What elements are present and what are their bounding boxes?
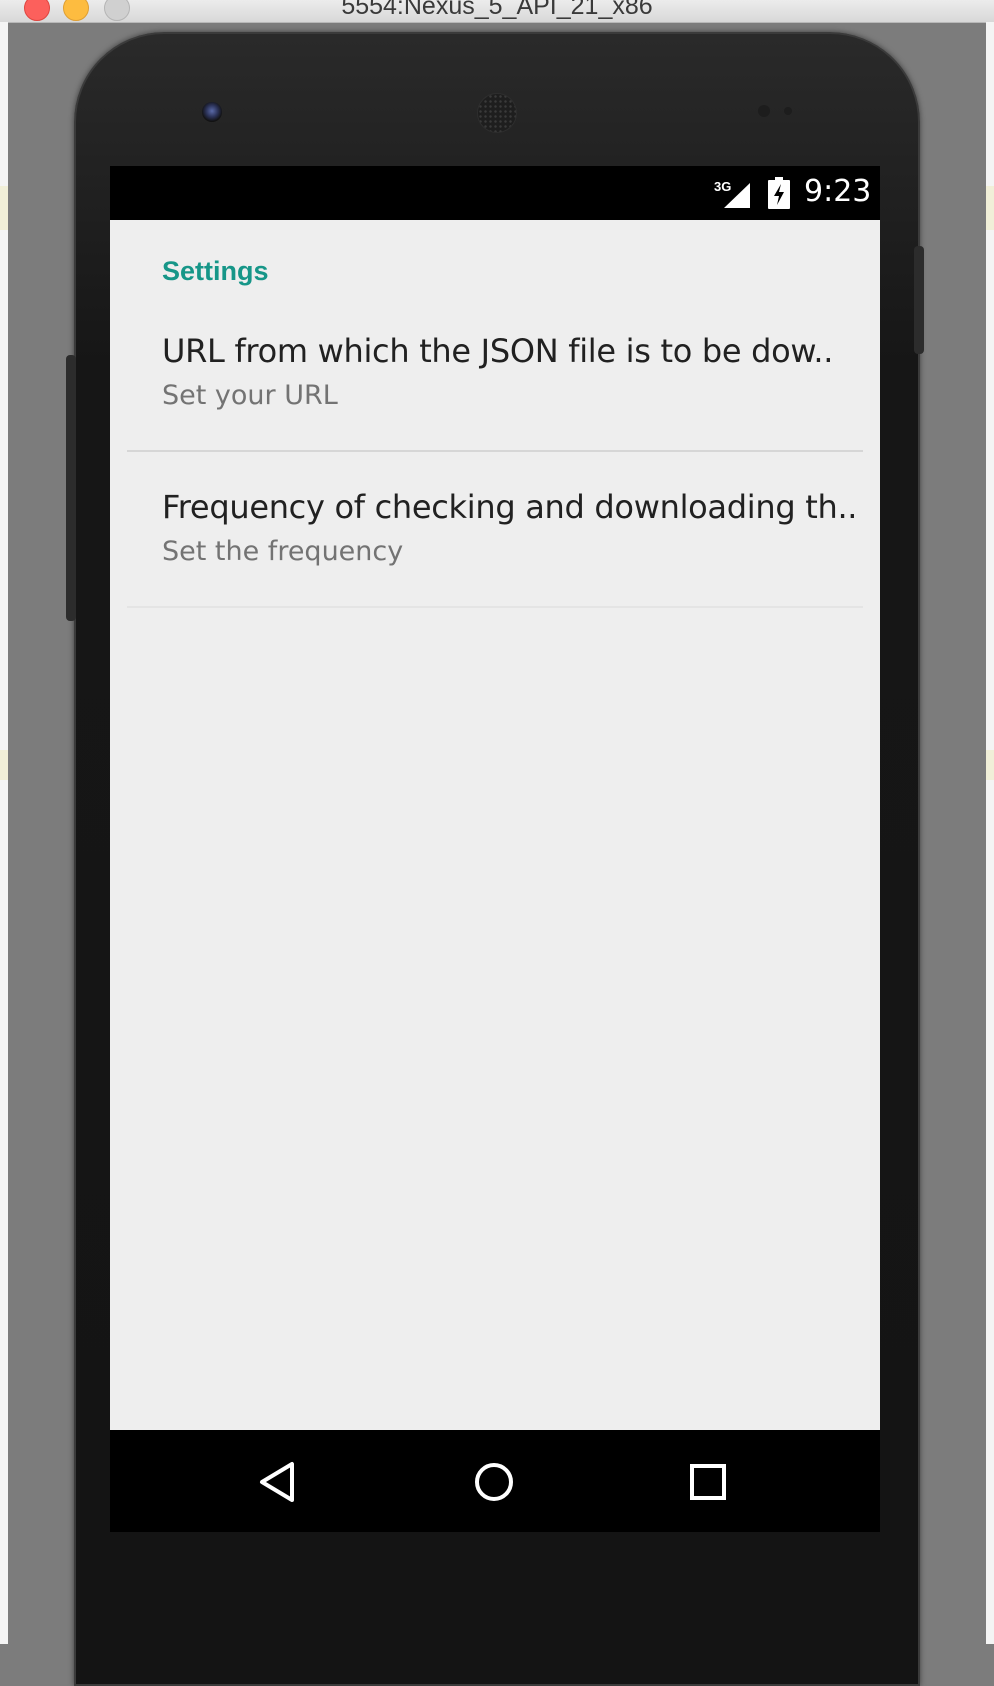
status-clock: 9:23	[804, 174, 872, 209]
preference-title: URL from which the JSON file is to be do…	[162, 332, 834, 370]
earpiece-speaker	[477, 93, 517, 133]
preference-category-title: Settings	[162, 256, 269, 286]
device-power-button[interactable]	[914, 246, 924, 354]
battery-charging-icon	[768, 177, 790, 209]
home-circle-icon[interactable]	[470, 1458, 518, 1506]
network-type-label: 3G	[714, 180, 731, 194]
preference-item-frequency[interactable]: Frequency of checking and downloading th…	[110, 474, 880, 624]
front-camera	[202, 102, 222, 122]
proximity-sensor	[758, 105, 770, 117]
preference-title: Frequency of checking and downloading th…	[162, 488, 858, 526]
window-title: 5554:Nexus_5_API_21_x86	[341, 0, 653, 20]
background-ide-left	[0, 22, 8, 1644]
preference-summary: Set your URL	[162, 380, 338, 411]
window-title-bar: 5554:Nexus_5_API_21_x86	[0, 0, 994, 23]
preference-item-url[interactable]: URL from which the JSON file is to be do…	[110, 318, 880, 468]
device-screen: 3G 9:23 Settings URL from which the JSON…	[110, 166, 880, 1532]
preference-summary: Set the frequency	[162, 536, 404, 567]
background-highlight	[986, 750, 994, 780]
list-divider	[127, 450, 863, 452]
background-highlight	[0, 186, 8, 230]
device-volume-button[interactable]	[66, 355, 76, 621]
navigation-bar	[110, 1430, 880, 1532]
background-highlight	[0, 750, 8, 780]
background-ide-right	[986, 22, 994, 1644]
back-triangle-icon[interactable]	[254, 1458, 302, 1506]
signal-3g-icon: 3G	[714, 180, 750, 208]
recents-square-icon[interactable]	[684, 1458, 732, 1506]
background-highlight	[986, 186, 994, 230]
status-bar: 3G 9:23	[110, 166, 880, 220]
light-sensor	[784, 107, 792, 115]
list-divider	[127, 606, 863, 608]
